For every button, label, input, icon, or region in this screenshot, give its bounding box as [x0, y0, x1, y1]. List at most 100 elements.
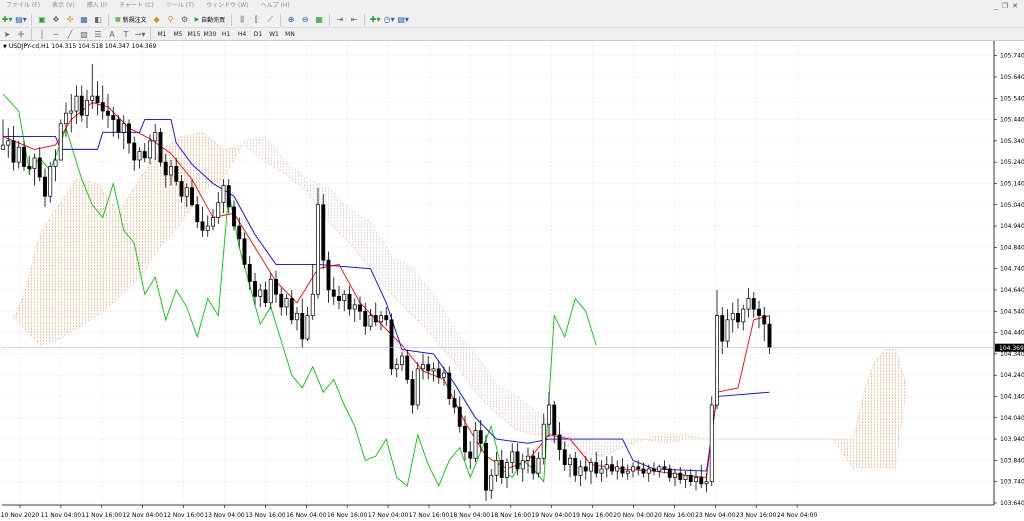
candle-bearish	[27, 166, 32, 169]
timeframe-m5[interactable]: M5	[171, 28, 185, 40]
text-label-icon[interactable]: T	[120, 28, 132, 40]
candle-bullish	[505, 462, 509, 478]
candle-bullish	[48, 166, 53, 197]
navigator-icon[interactable]: ✣	[64, 14, 76, 26]
horizontal-line-icon[interactable]: ─	[50, 28, 62, 40]
vps-icon[interactable]: ⚙	[179, 14, 191, 26]
timeframe-m15[interactable]: M15	[187, 28, 201, 40]
close-button[interactable]: ✕	[1012, 0, 1018, 12]
timeframe-h4[interactable]: H4	[235, 28, 249, 40]
candle-bearish	[463, 425, 467, 453]
candle-bearish	[699, 477, 704, 485]
y-axis-tick-label: 104.140	[1000, 393, 1024, 400]
candle-bearish	[515, 451, 520, 470]
new-order-icon: ▦	[115, 16, 123, 23]
zoom-in-icon[interactable]: ⊕	[285, 14, 297, 26]
candle-bearish	[232, 206, 236, 227]
timeframe-mn[interactable]: MN	[283, 28, 297, 40]
tile-windows-icon[interactable]: ▦	[313, 14, 325, 26]
candle-bullish	[489, 474, 494, 491]
vertical-line-icon[interactable]: │	[36, 28, 48, 40]
candle-bullish	[730, 313, 735, 321]
menu-file[interactable]: ファイル (F)	[0, 0, 46, 12]
menu-window[interactable]: ウィンドウ (W)	[200, 0, 255, 12]
cursor-icon[interactable]: ➤	[1, 28, 13, 40]
data-window-icon[interactable]: ✥	[50, 14, 62, 26]
candle-bearish	[127, 123, 131, 144]
new-order-label: 新規注文	[122, 17, 147, 24]
candle-bearish	[484, 443, 488, 491]
line-chart-icon[interactable]: ⟋	[264, 14, 276, 26]
channel-icon[interactable]: ▧	[78, 28, 90, 40]
new-chart-icon[interactable]: ✚▾	[1, 14, 13, 26]
periods-icon[interactable]: ◷▾	[383, 14, 395, 26]
timeframe-m30[interactable]: M30	[203, 28, 217, 40]
candle-bullish	[510, 451, 515, 463]
kumo-cloud-bullish	[874, 349, 885, 469]
candle-bearish	[190, 187, 194, 206]
candle-bearish	[95, 95, 100, 103]
candle-bullish	[352, 304, 357, 310]
signals-icon[interactable]: ⚲	[165, 14, 177, 26]
candlestick-chart-icon[interactable]: ⫿	[250, 14, 262, 26]
candle-bearish	[179, 180, 184, 197]
indicators-icon[interactable]: ✚▾	[369, 14, 381, 26]
profiles-icon[interactable]: ▤▾	[15, 14, 27, 26]
candle-bearish	[279, 293, 284, 308]
menu-view[interactable]: 表示 (V)	[46, 0, 81, 12]
crosshair-icon[interactable]: ✛	[15, 28, 27, 40]
trendline-icon[interactable]: ╱	[64, 28, 76, 40]
timeframe-w1[interactable]: W1	[267, 28, 281, 40]
candle-bearish	[751, 298, 756, 310]
chart-symbol-name: USDJPY-cd,H1	[8, 43, 50, 50]
x-axis-tick-label: 13 Nov 16:00	[245, 512, 286, 519]
candle-bullish	[342, 293, 347, 301]
candle-bearish	[552, 404, 557, 436]
timeframe-h1[interactable]: H1	[219, 28, 233, 40]
candle-bearish	[11, 140, 16, 163]
candle-bearish	[688, 474, 693, 483]
x-axis-tick-label: 16 Nov 16:00	[327, 512, 368, 519]
chart-shift-icon[interactable]: ⇤	[348, 14, 360, 26]
x-axis-tick-label: 20 Nov 16:00	[654, 512, 695, 519]
arrows-icon[interactable]: ⇀▾	[134, 28, 146, 40]
price-chart[interactable]: 105.740 105.640 105.540 105.440 105.340 105.2…	[0, 41, 1024, 521]
candle-bearish	[499, 460, 504, 478]
strategy-tester-icon[interactable]: ◧	[92, 14, 104, 26]
market-watch-icon[interactable]: ▣	[36, 14, 48, 26]
timeframe-m1[interactable]: M1	[155, 28, 169, 40]
menu-chart[interactable]: チャート (C)	[113, 0, 160, 12]
zoom-out-icon[interactable]: ⊖	[299, 14, 311, 26]
minimize-button[interactable]: _	[994, 0, 998, 12]
templates-icon[interactable]: ▤▾	[397, 14, 409, 26]
kumo-cloud-bullish	[885, 349, 896, 469]
menu-help[interactable]: ヘルプ (H)	[255, 0, 296, 12]
menu-tools[interactable]: ツール (T)	[160, 0, 200, 12]
chart-window[interactable]: 105.740 105.640 105.540 105.440 105.340 105.2…	[0, 41, 1024, 521]
metaeditor-icon[interactable]: ◆	[151, 14, 163, 26]
candle-bearish	[300, 313, 305, 340]
candle-bullish	[74, 95, 79, 112]
candle-bearish	[641, 468, 646, 474]
candle-bearish	[667, 468, 672, 478]
new-order-button[interactable]: ▦ 新規注文	[113, 14, 149, 26]
timeframe-d1[interactable]: D1	[251, 28, 265, 40]
candle-bullish	[216, 202, 221, 218]
menu-insert[interactable]: 挿入 (I)	[81, 0, 113, 12]
candle-bearish	[620, 466, 625, 474]
candle-bullish	[53, 159, 58, 167]
fibonacci-icon[interactable]: ☰	[92, 28, 104, 40]
terminal-icon[interactable]: ▦	[78, 14, 90, 26]
candle-bullish	[148, 140, 152, 159]
candle-bullish	[657, 466, 662, 472]
text-icon[interactable]: A	[106, 28, 118, 40]
candle-bullish	[121, 123, 126, 133]
restore-button[interactable]: ❐	[1002, 0, 1008, 12]
x-axis-tick-label: 20 Nov 04:00	[613, 512, 654, 519]
auto-trading-button[interactable]: ▶ 自動売買	[193, 14, 228, 26]
auto-scroll-icon[interactable]: ⇥	[334, 14, 346, 26]
bar-chart-icon[interactable]: ⫼	[236, 14, 248, 26]
candle-bullish	[394, 364, 399, 370]
candle-bullish	[6, 140, 11, 146]
candle-bearish	[331, 289, 336, 297]
